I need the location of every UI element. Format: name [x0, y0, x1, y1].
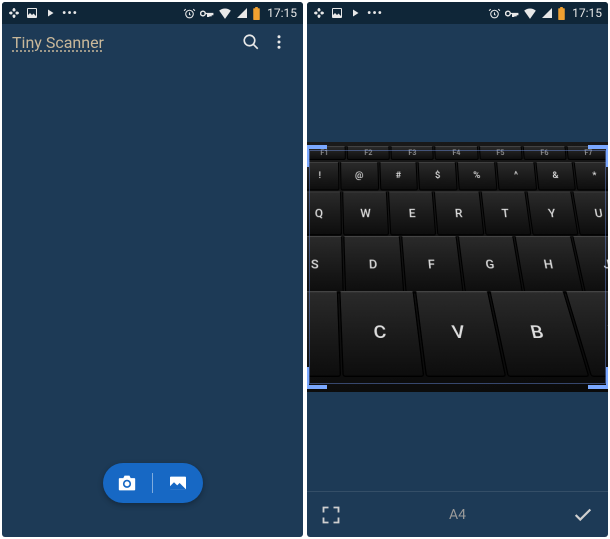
wifi-icon: [218, 7, 232, 19]
image-icon: [26, 7, 38, 19]
image-icon: [331, 7, 343, 19]
confirm-button[interactable]: [554, 504, 594, 526]
crop-content: F1 F2 F3 F4 F5 F6 F7 ! @ # $ % ^ & *: [307, 24, 608, 537]
status-time: 17:15: [267, 6, 297, 20]
crop-frame[interactable]: [309, 150, 606, 384]
crop-area[interactable]: F1 F2 F3 F4 F5 F6 F7 ! @ # $ % ^ & *: [307, 142, 608, 392]
more-icon: •••: [367, 6, 383, 20]
app-title: Tiny Scanner: [12, 33, 237, 52]
play-icon: [44, 7, 56, 19]
status-time: 17:15: [572, 6, 602, 20]
battery-icon: [252, 7, 261, 20]
alarm-icon: [183, 7, 196, 20]
alarm-icon: [488, 7, 501, 20]
battery-icon: [557, 7, 566, 20]
gallery-button[interactable]: [153, 475, 203, 491]
fan-icon: [313, 7, 325, 19]
expand-button[interactable]: [321, 505, 361, 525]
more-icon: •••: [62, 6, 78, 20]
expand-icon: [321, 505, 341, 525]
wifi-icon: [523, 7, 537, 19]
crop-handle-br[interactable]: [588, 367, 608, 389]
empty-content: [2, 60, 303, 537]
paper-size-button[interactable]: A4: [361, 507, 554, 523]
camera-button[interactable]: [103, 474, 153, 492]
camera-icon: [117, 474, 137, 492]
phone-screen-2: ••• 17:15 F1 F2 F3 F4 F5 F6 F7: [307, 2, 608, 537]
search-button[interactable]: [237, 28, 265, 56]
search-icon: [242, 33, 260, 51]
crop-handle-bl[interactable]: [307, 367, 327, 389]
crop-handle-tr[interactable]: [588, 145, 608, 167]
phone-screen-1: ••• 17:15 Tiny Scanner: [2, 2, 303, 537]
gallery-icon: [168, 475, 188, 491]
more-vert-icon: [270, 33, 288, 51]
key-icon: [505, 8, 519, 19]
fan-icon: [8, 7, 20, 19]
crop-handle-tl[interactable]: [307, 145, 327, 167]
signal-icon: [541, 7, 553, 19]
play-icon: [349, 7, 361, 19]
capture-fab: [103, 463, 203, 503]
status-bar: ••• 17:15: [2, 2, 303, 24]
menu-button[interactable]: [265, 28, 293, 56]
check-icon: [572, 504, 594, 526]
bottom-bar: A4: [307, 491, 608, 537]
signal-icon: [236, 7, 248, 19]
status-bar: ••• 17:15: [307, 2, 608, 24]
key-icon: [200, 8, 214, 19]
app-header: Tiny Scanner: [2, 24, 303, 60]
